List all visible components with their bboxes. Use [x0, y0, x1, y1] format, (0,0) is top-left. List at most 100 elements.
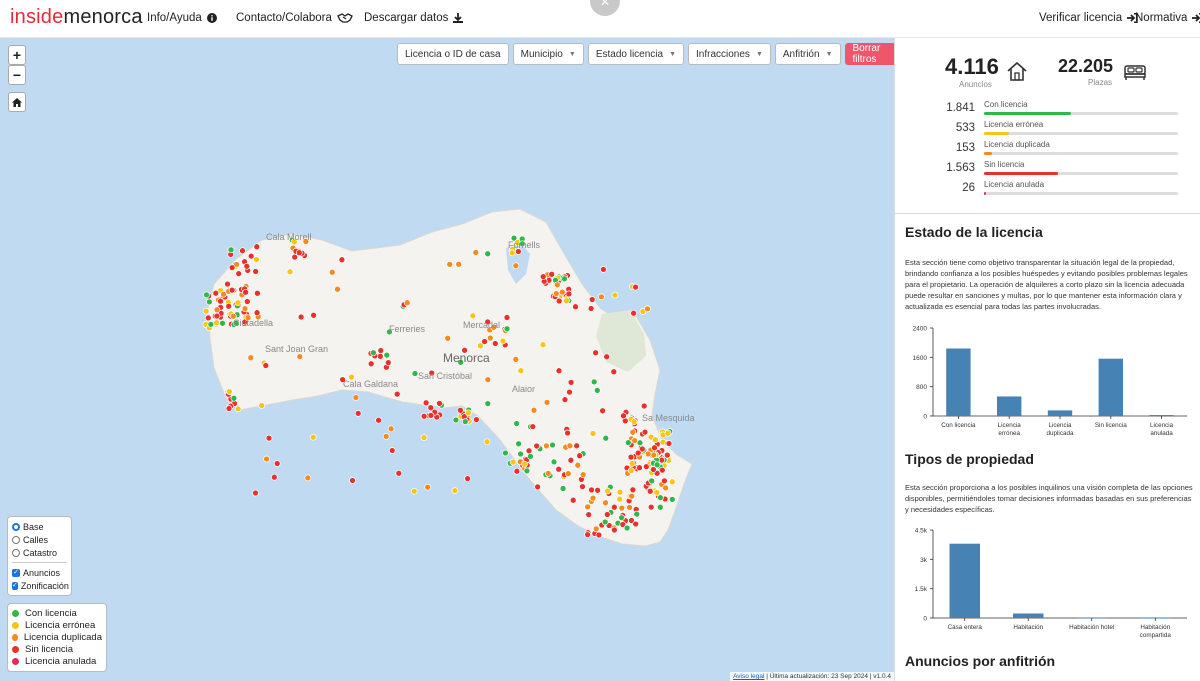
zoom-out-button[interactable]: −	[8, 65, 26, 85]
listing-marker[interactable]	[618, 514, 625, 521]
listing-marker[interactable]	[665, 440, 673, 447]
listing-marker[interactable]	[566, 442, 574, 450]
listing-marker[interactable]	[589, 494, 597, 502]
stats-panel[interactable]: 4.116 Anuncios 22.205 Plazas 1.841 Con l…	[894, 38, 1200, 681]
listing-marker[interactable]	[383, 351, 391, 359]
listing-marker[interactable]	[213, 306, 221, 314]
listing-marker[interactable]	[647, 503, 655, 511]
listing-marker[interactable]	[206, 298, 213, 306]
listing-marker[interactable]	[291, 253, 299, 261]
listing-marker[interactable]	[534, 483, 541, 491]
listing-marker[interactable]	[653, 461, 661, 469]
listing-marker[interactable]	[328, 268, 336, 276]
listing-marker[interactable]	[648, 477, 656, 485]
listing-marker[interactable]	[626, 504, 633, 511]
listing-marker[interactable]	[367, 360, 375, 368]
radio-selected[interactable]	[12, 522, 20, 531]
listing-marker[interactable]	[588, 296, 596, 303]
listing-marker[interactable]	[632, 283, 639, 291]
listing-marker[interactable]	[422, 399, 430, 407]
listing-marker[interactable]	[610, 368, 618, 376]
overlay-zoning-option[interactable]: ✓ Zonificación	[12, 579, 69, 592]
municipio-dropdown[interactable]: Municipio ▼	[512, 43, 584, 65]
listing-marker[interactable]	[370, 349, 377, 357]
infractions-dropdown[interactable]: Infracciones ▼	[688, 43, 771, 65]
layer-base-option[interactable]: Base	[12, 520, 67, 533]
listing-marker[interactable]	[579, 483, 586, 490]
listing-marker[interactable]	[484, 376, 492, 383]
listing-marker[interactable]	[529, 423, 537, 430]
listing-marker[interactable]	[512, 356, 520, 363]
listing-marker[interactable]	[509, 458, 517, 466]
listing-marker[interactable]	[213, 319, 220, 327]
listing-marker[interactable]	[539, 273, 547, 280]
listing-marker[interactable]	[310, 311, 317, 319]
listing-marker[interactable]	[555, 465, 563, 473]
listing-marker[interactable]	[515, 440, 522, 448]
listing-marker[interactable]	[234, 299, 242, 306]
listing-marker[interactable]	[473, 416, 480, 423]
listing-marker[interactable]	[263, 455, 270, 463]
listing-marker[interactable]	[527, 453, 534, 460]
license-row-annulled[interactable]: 26 Licencia anulada	[895, 180, 1200, 200]
listing-marker[interactable]	[484, 400, 492, 407]
license-row-wrong[interactable]: 533 Licencia errónea	[895, 120, 1200, 140]
listing-marker[interactable]	[491, 340, 499, 347]
listing-marker[interactable]	[611, 291, 619, 299]
nav-download[interactable]: Descargar datos	[364, 12, 464, 24]
listing-marker[interactable]	[601, 518, 609, 526]
listing-marker[interactable]	[630, 418, 638, 426]
listing-marker[interactable]	[512, 262, 520, 270]
listing-marker[interactable]	[461, 418, 469, 425]
radio-unselected[interactable]	[12, 535, 20, 544]
listing-marker[interactable]	[219, 319, 226, 327]
listing-marker[interactable]	[262, 362, 270, 369]
nav-verify-license[interactable]: Verificar licencia	[1039, 12, 1138, 24]
listing-marker[interactable]	[636, 464, 643, 472]
listing-marker[interactable]	[499, 337, 507, 345]
listing-marker[interactable]	[668, 496, 676, 503]
listing-marker[interactable]	[627, 467, 635, 474]
listing-marker[interactable]	[600, 266, 607, 273]
listing-marker[interactable]	[253, 256, 260, 263]
listing-marker[interactable]	[589, 430, 597, 437]
listing-marker[interactable]	[352, 394, 360, 401]
listing-marker[interactable]	[420, 434, 428, 441]
listing-marker[interactable]	[552, 290, 560, 297]
listing-marker[interactable]	[651, 436, 659, 444]
app-logo[interactable]: insidemenorca	[10, 6, 143, 29]
listing-marker[interactable]	[549, 441, 556, 449]
listing-marker[interactable]	[628, 492, 636, 500]
listing-marker[interactable]	[633, 510, 641, 518]
listing-marker[interactable]	[584, 503, 591, 511]
listing-marker[interactable]	[661, 477, 668, 485]
listing-marker[interactable]	[530, 406, 538, 414]
listing-marker[interactable]	[624, 439, 632, 446]
listing-marker[interactable]	[592, 349, 599, 357]
listing-marker[interactable]	[483, 438, 491, 446]
listing-marker[interactable]	[457, 406, 464, 414]
listing-marker[interactable]	[297, 313, 305, 321]
listing-marker[interactable]	[555, 297, 563, 305]
listing-marker[interactable]	[243, 298, 251, 305]
listing-marker[interactable]	[594, 486, 601, 494]
listing-marker[interactable]	[602, 499, 609, 507]
listing-marker[interactable]	[502, 449, 509, 457]
listing-marker[interactable]	[503, 325, 511, 333]
map-view[interactable]: + − Licencia o ID de casa Municipio ▼ Est…	[0, 38, 894, 681]
license-search-input[interactable]: Licencia o ID de casa	[397, 43, 509, 65]
listing-marker[interactable]	[640, 402, 648, 410]
listing-marker[interactable]	[226, 388, 233, 395]
listing-marker[interactable]	[567, 379, 575, 386]
listing-marker[interactable]	[650, 451, 658, 459]
listing-marker[interactable]	[523, 467, 531, 475]
listing-marker[interactable]	[544, 470, 552, 477]
listing-marker[interactable]	[477, 342, 484, 350]
home-button[interactable]	[8, 92, 26, 112]
listing-marker[interactable]	[641, 428, 649, 436]
listing-marker[interactable]	[610, 503, 618, 511]
listing-marker[interactable]	[662, 484, 669, 492]
listing-marker[interactable]	[517, 450, 524, 458]
listing-marker[interactable]	[451, 487, 459, 494]
listing-marker[interactable]	[569, 496, 577, 504]
